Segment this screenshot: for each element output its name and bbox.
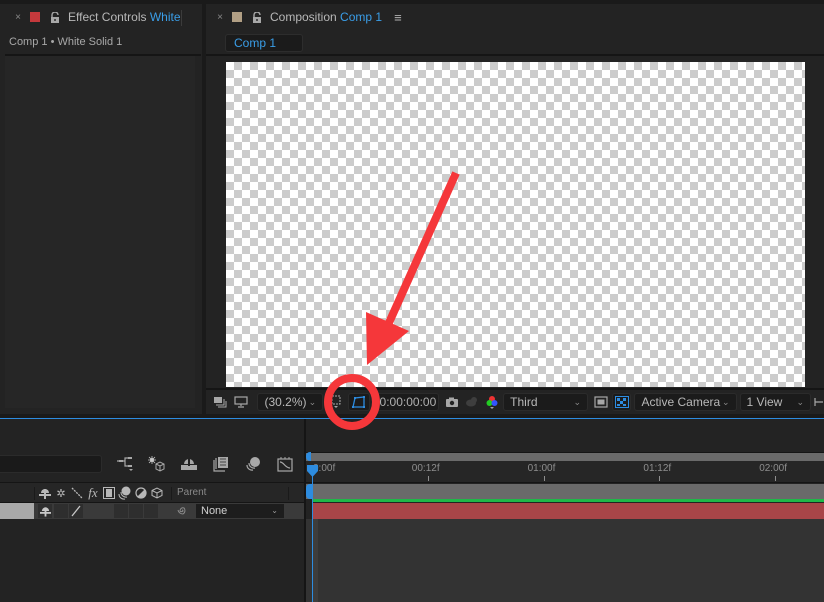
label-color-swatch (232, 12, 242, 22)
column-separator (288, 487, 289, 500)
close-tab-icon[interactable]: × (214, 12, 226, 23)
adjustment-switch[interactable] (144, 504, 158, 518)
collapse-transformations-icon[interactable]: ✲ (54, 486, 68, 500)
frame-blend-switch[interactable] (114, 504, 128, 518)
chevron-down-icon: ⌄ (722, 396, 730, 407)
switches-header: ✲ fx (38, 485, 166, 501)
transparency-grid-canvas[interactable] (226, 62, 805, 387)
frame-blending-icon[interactable] (211, 454, 231, 474)
effect-controls-panel: × Effect Controls White Comp 1 • White S… (0, 4, 202, 414)
effect-controls-body (5, 56, 195, 408)
chevron-down-icon: ⌄ (308, 396, 317, 407)
show-snapshot-icon[interactable] (464, 393, 481, 411)
draft-3d-icon[interactable] (147, 454, 167, 474)
view-mode-value: Active Camera (641, 395, 721, 409)
composition-panel: × Composition Comp 1 ≡ Comp 1 (30.2%) ⌄ (206, 4, 824, 414)
column-separator (171, 487, 172, 500)
view-layout-value: 1 View (746, 395, 783, 409)
chevron-down-icon: ⌄ (271, 506, 278, 515)
always-preview-icon[interactable] (211, 393, 228, 411)
transparency-grid-toggle[interactable] (612, 393, 632, 411)
camera-icon[interactable] (443, 393, 462, 411)
parent-value: None (201, 505, 228, 517)
magnification-dropdown[interactable]: (30.2%) ⌄ (257, 393, 324, 411)
effect-controls-tab[interactable]: × Effect Controls White (0, 4, 202, 30)
adjustment-layer-icon[interactable] (134, 486, 148, 500)
frame-blend-icon[interactable] (102, 486, 116, 500)
panel-title: Composition Comp 1 (270, 10, 383, 24)
ruler-tick-label: 01:00f (527, 463, 556, 474)
motion-blur-icon[interactable] (118, 486, 132, 500)
channel-rgb-icon[interactable] (483, 393, 500, 411)
fast-previews-icon[interactable] (592, 393, 609, 411)
resolution-value: Third (510, 395, 538, 409)
layer-column-header: ✲ fx Parent (0, 482, 304, 503)
lock-icon[interactable] (50, 11, 60, 23)
monitor-icon[interactable] (232, 393, 249, 411)
time-ruler[interactable]: 0:00f 00:12f 01:00f 01:12f 02:00f (306, 461, 824, 483)
current-time-indicator-handle[interactable] (307, 465, 318, 477)
layer-selection-cell[interactable] (0, 503, 34, 519)
layer-duration-bar[interactable] (312, 503, 824, 519)
ruler-tick-label: 02:00f (759, 463, 787, 474)
time-navigator[interactable] (306, 452, 824, 461)
view-layout-dropdown[interactable]: 1 View ⌄ (739, 393, 811, 411)
after-effects-window: × Effect Controls White Comp 1 • White S… (0, 0, 824, 602)
tab-separator (181, 10, 182, 26)
ruler-tick (543, 476, 545, 481)
ruler-tick (427, 476, 429, 481)
work-area-bar[interactable] (306, 484, 824, 499)
viewer-toolbar: (30.2%) ⌄ 0:00:00:00 Third ⌄ Active Came… (206, 390, 824, 414)
label-color-swatch (30, 12, 40, 22)
shy-layers-icon[interactable] (179, 454, 199, 474)
3d-layer-icon[interactable] (150, 486, 164, 500)
lock-icon[interactable] (252, 11, 262, 23)
quality-switch[interactable] (69, 504, 83, 518)
layer-search-input[interactable] (0, 455, 102, 473)
chevron-down-icon: ⌄ (573, 396, 581, 407)
zoom-level-value: (30.2%) (264, 395, 307, 409)
panel-title: Effect Controls White (68, 10, 181, 24)
toggle-pixel-aspect-icon[interactable] (814, 393, 824, 411)
quality-icon[interactable] (70, 486, 84, 500)
ruler-tick (659, 476, 661, 481)
motion-blur-icon[interactable] (243, 454, 263, 474)
toggle-mask-and-shape-path-visibility-button[interactable] (348, 393, 370, 411)
current-time-indicator-line[interactable] (312, 467, 313, 602)
column-separator (34, 487, 35, 500)
time-navigator-start-handle[interactable] (306, 452, 311, 461)
comp-navigator-chip[interactable]: Comp 1 (225, 34, 303, 52)
collapse-switch[interactable] (54, 504, 68, 518)
timeline-panel: ✲ fx Parent None ⌄ 0:00f 00:12f 01:00f 0… (0, 419, 824, 602)
shy-switch[interactable] (38, 504, 52, 518)
panel-menu-icon[interactable]: ≡ (394, 10, 402, 25)
timeline-tool-switches (115, 454, 307, 474)
region-of-interest-icon[interactable] (327, 393, 344, 411)
parent-pick-whip-icon[interactable] (176, 504, 188, 519)
composition-viewer[interactable] (206, 56, 824, 388)
time-graph[interactable]: 0:00f 00:12f 01:00f 01:12f 02:00f (306, 419, 824, 602)
layer-row[interactable]: None ⌄ (0, 503, 304, 519)
close-tab-icon[interactable]: × (12, 12, 24, 23)
current-time-display[interactable]: 0:00:00:00 (372, 393, 439, 411)
3d-view-dropdown[interactable]: Active Camera ⌄ (634, 393, 737, 411)
layer-outline: ✲ fx Parent None ⌄ (0, 419, 304, 602)
empty-timeline-area (306, 519, 824, 602)
layer-duration-indicator (312, 499, 824, 502)
ruler-tick (775, 476, 777, 481)
layer-path: Comp 1 • White Solid 1 (9, 36, 123, 48)
shy-icon[interactable] (38, 486, 52, 500)
chevron-down-icon: ⌄ (796, 396, 804, 407)
parent-column-header: Parent (177, 487, 207, 498)
ruler-tick-label: 01:12f (643, 463, 672, 474)
composition-tab[interactable]: × Composition Comp 1 ≡ (206, 4, 402, 30)
resolution-dropdown[interactable]: Third ⌄ (503, 393, 588, 411)
motion-blur-switch[interactable] (129, 504, 143, 518)
graph-editor-icon[interactable] (275, 454, 295, 474)
parent-dropdown[interactable]: None ⌄ (196, 504, 284, 518)
ruler-tick-label: 00:12f (411, 463, 440, 474)
effects-icon[interactable]: fx (86, 485, 100, 500)
composition-flowchart-icon[interactable] (115, 454, 135, 474)
